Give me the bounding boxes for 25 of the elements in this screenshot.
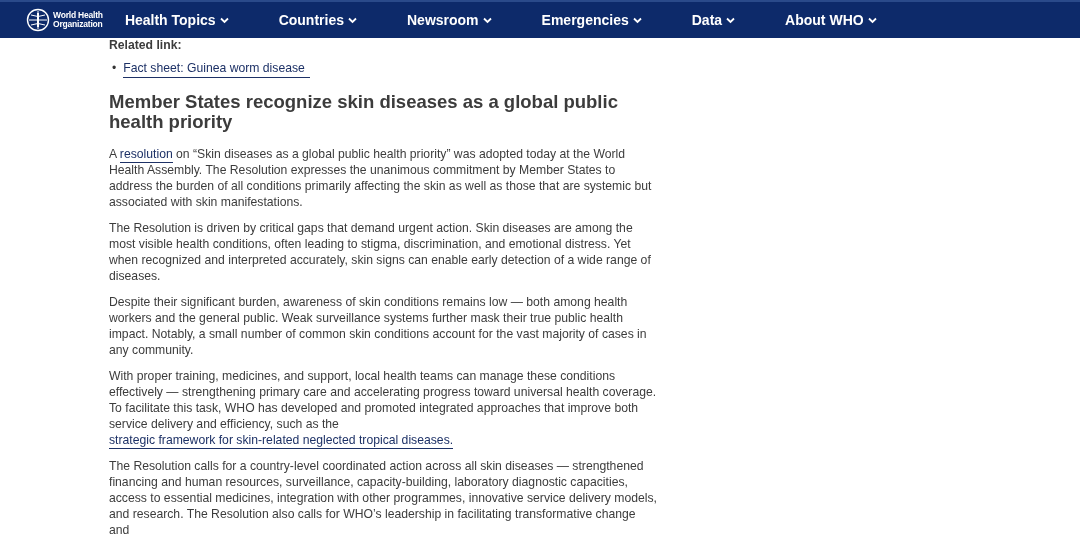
bullet: •	[112, 60, 117, 76]
chevron-down-icon	[219, 16, 229, 24]
paragraph: The Resolution calls for a country-level coordinated action across all skin diseases — strengthened financing and human resources, surveillance, capacity-building, laboratory diagnostic capacities, access to essential medicines, integration with other programmes, innovative service delivery models, and research. The Resolution also calls for WHO’s leadership in facilitating transformative change and	[109, 458, 657, 538]
paragraph: With proper training, medicines, and support, local health teams can manage these conditions effectively — strengthening primary care and accelerating progress toward universal health coverage. To facilitate this task, WHO has developed and promoted integrated approaches that improve both service delivery and efficiency, such as the strategic framework for skin-related neglected tropical diseases.	[109, 368, 657, 448]
chevron-down-icon	[348, 16, 357, 24]
nav-link[interactable]: Emergencies	[541, 12, 642, 28]
chevron-down-icon	[632, 16, 642, 24]
related-link-label: Related link:	[109, 38, 183, 52]
nav-link[interactable]: Countries	[278, 12, 357, 28]
text-link[interactable]: resolution	[119, 147, 173, 163]
paragraph: A resolution on “Skin diseases as a global public health priority” was adopted today at the World Health Assembly. The Resolution expresses the unanimous commitment by Member States to address the burden of all conditions primarily affecting the skin as well as those that are systemic but associated with skin manifestations.	[109, 146, 653, 210]
nav-link[interactable]: Data	[691, 12, 736, 28]
fact-sheet-link[interactable]: Fact sheet: Guinea worm disease	[123, 60, 310, 78]
nav-link[interactable]: Health Topics	[124, 12, 229, 28]
emblem-icon	[26, 8, 50, 32]
chevron-down-icon	[482, 16, 492, 24]
text-link[interactable]: strategic framework for skin-related neglected tropical diseases.	[109, 433, 454, 449]
article-heading: Member States recognize skin diseases as a global public health priority	[109, 92, 619, 132]
nav-link[interactable]: Newsroom	[407, 12, 492, 28]
paragraph: Despite their significant burden, awareness of skin conditions remains low — both among health workers and the general public. Weak surveillance systems further mask their true public health impact. Notably, a small number of common skin conditions account for the vast majority of cases in any community.	[109, 294, 648, 358]
chevron-down-icon	[867, 16, 877, 24]
chevron-down-icon	[726, 16, 736, 24]
logo-text: World Health Organization	[53, 11, 103, 29]
paragraph: The Resolution is driven by critical gaps that demand urgent action. Skin diseases are among the most visible health conditions, often leading to stigma, discrimination, and emotional distress. Yet when recognized and interpreted accurately, skin signs can enable early detection of a wide range of diseases.	[109, 220, 652, 284]
nav-link[interactable]: About WHO	[785, 12, 877, 28]
